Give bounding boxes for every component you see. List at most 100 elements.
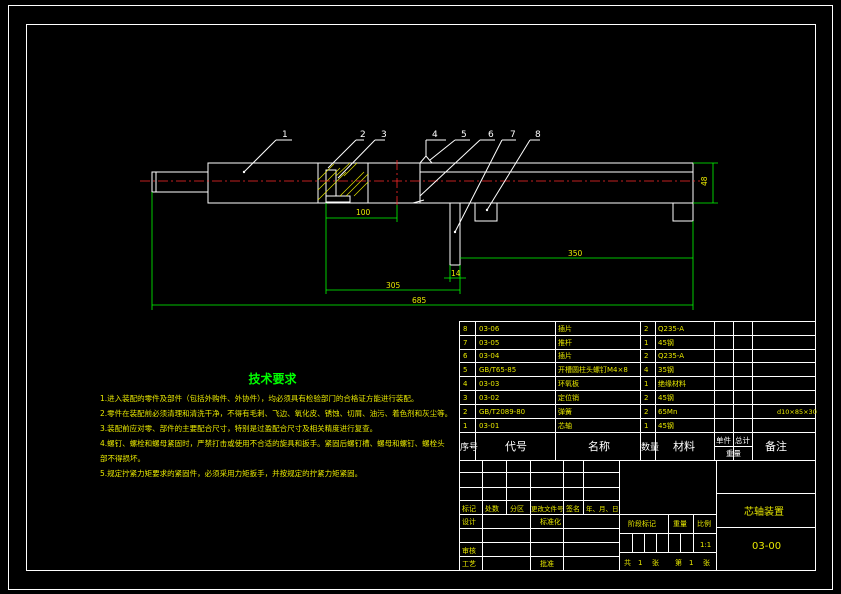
svg-text:35钢: 35钢 <box>658 365 674 374</box>
svg-text:插片: 插片 <box>558 324 572 333</box>
svg-text:2: 2 <box>463 408 467 416</box>
bom-row: 8 03-06 插片 2 Q235-A <box>463 324 684 333</box>
dim-350: 350 <box>568 249 583 258</box>
assembly-view <box>140 139 700 266</box>
svg-text:分区: 分区 <box>510 504 524 513</box>
note-line: 5.规定拧紧力矩要求的紧固件，必须采用力矩扳手，并按规定的拧紧力矩紧固。 <box>100 469 363 478</box>
dimension-lines <box>151 162 718 310</box>
part-label-6: 6 <box>488 130 494 140</box>
svg-text:标准化: 标准化 <box>540 517 561 526</box>
svg-text:2: 2 <box>644 394 648 402</box>
svg-text:推杆: 推杆 <box>558 338 572 347</box>
note-line: 3.装配前应对零、部件的主要配合尺寸，特别是过盈配合尺寸及相关精度进行复查。 <box>100 424 378 433</box>
svg-text:03-04: 03-04 <box>479 352 500 360</box>
svg-text:批准: 批准 <box>540 559 554 568</box>
svg-text:标记: 标记 <box>462 504 476 513</box>
svg-text:1: 1 <box>638 559 642 567</box>
svg-text:重量: 重量 <box>673 520 687 528</box>
part-label-2: 2 <box>360 130 366 140</box>
part-label-5: 5 <box>461 130 467 140</box>
svg-text:2: 2 <box>644 325 648 333</box>
svg-text:Q235-A: Q235-A <box>658 352 684 360</box>
dim-14: 14 <box>451 269 461 278</box>
svg-text:1: 1 <box>644 339 648 347</box>
bom-row: 2 GB/T2089-80 弹簧 2 65Mn d10×85×30 <box>463 407 817 416</box>
dim-48: 48 <box>700 176 709 186</box>
svg-text:03-06: 03-06 <box>479 325 500 333</box>
svg-text:6: 6 <box>463 352 468 360</box>
svg-text:弹簧: 弹簧 <box>558 407 572 416</box>
svg-text:环氧板: 环氧板 <box>558 379 579 388</box>
svg-text:8: 8 <box>463 325 467 333</box>
svg-text:插片: 插片 <box>558 351 572 360</box>
cad-drawing: 1 2 3 4 5 6 7 8 100 305 14 350 685 48 8 … <box>8 5 833 590</box>
dim-305: 305 <box>386 281 401 290</box>
svg-text:1: 1 <box>689 559 693 567</box>
svg-text:序号: 序号 <box>460 441 478 453</box>
svg-text:d10×85×30: d10×85×30 <box>777 408 817 416</box>
svg-text:代号: 代号 <box>505 440 527 453</box>
svg-text:工艺: 工艺 <box>462 560 476 568</box>
svg-text:数量: 数量 <box>641 441 659 453</box>
part-label-1: 1 <box>282 130 288 140</box>
svg-text:Q235-A: Q235-A <box>658 325 684 333</box>
dim-685: 685 <box>412 296 427 305</box>
svg-text:定位销: 定位销 <box>558 393 579 402</box>
svg-text:芯轴: 芯轴 <box>558 421 572 430</box>
svg-text:03-05: 03-05 <box>479 339 499 347</box>
svg-text:03-02: 03-02 <box>479 394 499 402</box>
svg-text:单件: 单件 <box>716 435 731 445</box>
part-label-4: 4 <box>432 130 438 140</box>
svg-text:重量: 重量 <box>726 449 741 458</box>
svg-text:1: 1 <box>644 380 648 388</box>
svg-text:张: 张 <box>703 558 710 567</box>
bom-row: 5 GB/T65-85 开槽圆柱头螺钉M4×8 4 35钢 <box>463 365 674 374</box>
svg-text:开槽圆柱头螺钉M4×8: 开槽圆柱头螺钉M4×8 <box>558 365 628 374</box>
svg-text:1: 1 <box>644 422 648 430</box>
drawing-number: 03-00 <box>752 541 781 552</box>
svg-text:审核: 审核 <box>462 546 476 555</box>
svg-text:材料: 材料 <box>673 439 695 453</box>
title-block-labels: 标记 处数 分区 更改文件号 签名 年、月、日 设计 标准化 阶段标记 重量 比… <box>462 504 711 568</box>
svg-text:4: 4 <box>463 380 468 388</box>
note-line: 4.螺钉、螺栓和螺母紧固时，严禁打击或使用不合适的旋具和扳手。紧固后螺钉槽、螺母… <box>100 439 445 463</box>
bom-row: 7 03-05 推杆 1 45钢 <box>463 338 674 347</box>
technical-notes: 技术要求 1.进入装配的零件及部件（包括外购件、外协件），均必须具有检验部门的合… <box>100 372 453 481</box>
bom-row: 6 03-04 插片 2 Q235-A <box>463 351 684 360</box>
svg-text:1:1: 1:1 <box>700 541 711 549</box>
svg-text:名称: 名称 <box>588 439 610 453</box>
svg-text:签名: 签名 <box>566 504 580 513</box>
svg-text:03-03: 03-03 <box>479 380 499 388</box>
svg-text:GB/T2089-80: GB/T2089-80 <box>479 408 525 416</box>
svg-text:45钢: 45钢 <box>658 421 674 430</box>
part-label-7: 7 <box>510 130 516 140</box>
note-line: 1.进入装配的零件及部件（包括外购件、外协件），均必须具有检验部门的合格证方能进… <box>100 394 419 403</box>
svg-text:比例: 比例 <box>697 519 711 528</box>
part-label-8: 8 <box>535 130 541 140</box>
svg-text:7: 7 <box>463 339 467 347</box>
svg-text:45钢: 45钢 <box>658 338 674 347</box>
part-label-3: 3 <box>381 130 387 140</box>
svg-text:年、月、日: 年、月、日 <box>586 504 619 513</box>
svg-text:张: 张 <box>652 558 659 567</box>
svg-text:2: 2 <box>644 408 648 416</box>
svg-text:更改文件号: 更改文件号 <box>531 504 564 513</box>
note-line: 2.零件在装配前必须清理和清洗干净，不得有毛刺、飞边、氧化皮、锈蚀、切屑、油污、… <box>100 409 453 418</box>
svg-text:65Mn: 65Mn <box>658 408 677 416</box>
dimension-values: 100 305 14 350 685 48 <box>356 176 709 305</box>
svg-text:5: 5 <box>463 366 467 374</box>
svg-text:3: 3 <box>463 394 467 402</box>
svg-text:共: 共 <box>624 558 631 567</box>
bom-row: 3 03-02 定位销 2 45钢 <box>463 393 674 402</box>
svg-text:2: 2 <box>644 352 648 360</box>
svg-text:1: 1 <box>463 422 467 430</box>
svg-text:备注: 备注 <box>765 439 787 453</box>
svg-text:总计: 总计 <box>735 435 750 445</box>
dim-100: 100 <box>356 208 371 217</box>
svg-text:03-01: 03-01 <box>479 422 499 430</box>
svg-text:4: 4 <box>644 366 649 374</box>
svg-text:第: 第 <box>675 558 682 567</box>
svg-text:设计: 设计 <box>462 517 476 526</box>
svg-text:45钢: 45钢 <box>658 393 674 402</box>
notes-title: 技术要求 <box>248 372 297 386</box>
